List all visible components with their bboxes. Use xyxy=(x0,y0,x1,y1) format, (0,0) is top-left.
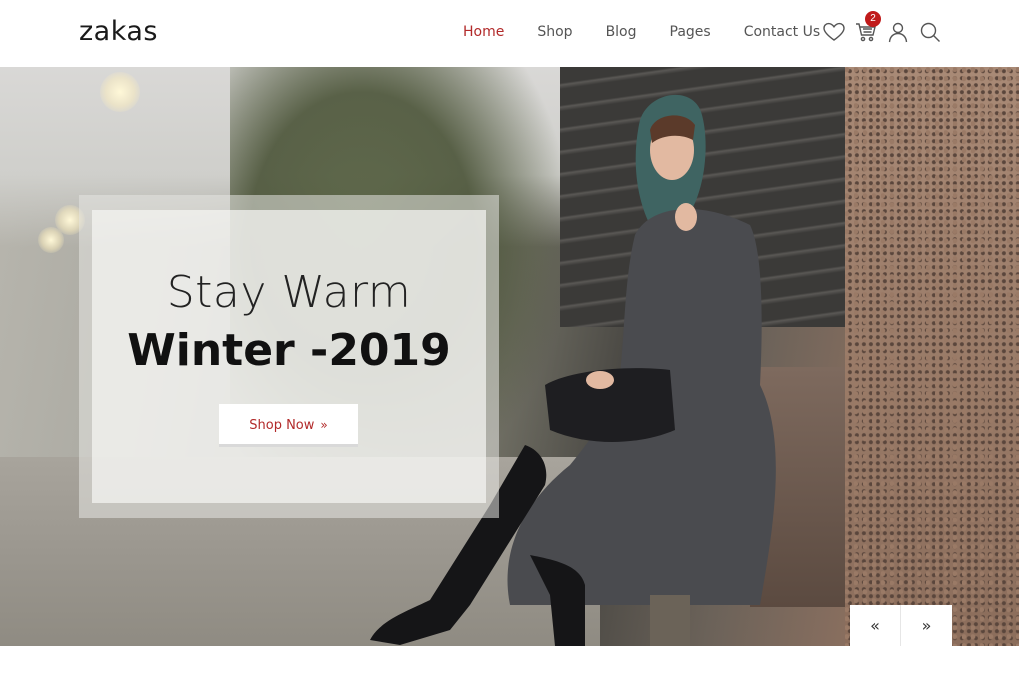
nav-item-pages[interactable]: Pages xyxy=(670,24,711,40)
nav-item-home[interactable]: Home xyxy=(463,24,504,40)
hero-title-line1: Stay Warm xyxy=(166,267,412,318)
site-header: zakas Home Shop Blog Pages Contact Us 2 xyxy=(0,0,1019,67)
hero-slider: Stay Warm Winter -2019 Shop Now » « » xyxy=(0,67,1019,646)
hero-title-line2: Winter -2019 xyxy=(127,325,451,376)
search-icon[interactable] xyxy=(918,20,942,44)
header-icons: 2 xyxy=(822,11,950,44)
street-lamp-light xyxy=(38,227,64,253)
slider-arrows: « » xyxy=(850,605,952,646)
shop-now-label: Shop Now xyxy=(249,418,315,433)
nav-item-blog[interactable]: Blog xyxy=(606,24,637,40)
main-nav: Home Shop Blog Pages Contact Us xyxy=(463,24,853,40)
slider-prev-button[interactable]: « xyxy=(850,605,901,646)
user-icon[interactable] xyxy=(886,20,910,44)
nav-item-shop[interactable]: Shop xyxy=(537,24,572,40)
double-chevron-right-icon: » xyxy=(320,418,328,432)
heart-icon[interactable] xyxy=(822,20,846,44)
hero-background-granite-pillar xyxy=(845,67,1019,646)
cart-icon[interactable]: 2 xyxy=(854,11,881,44)
cart-count-badge: 2 xyxy=(865,11,881,27)
slider-next-button[interactable]: » xyxy=(901,605,952,646)
site-logo[interactable]: zakas xyxy=(79,16,158,47)
nav-item-contact-us[interactable]: Contact Us xyxy=(744,24,820,40)
shop-now-button[interactable]: Shop Now » xyxy=(219,404,358,447)
street-lamp-light xyxy=(100,72,140,112)
